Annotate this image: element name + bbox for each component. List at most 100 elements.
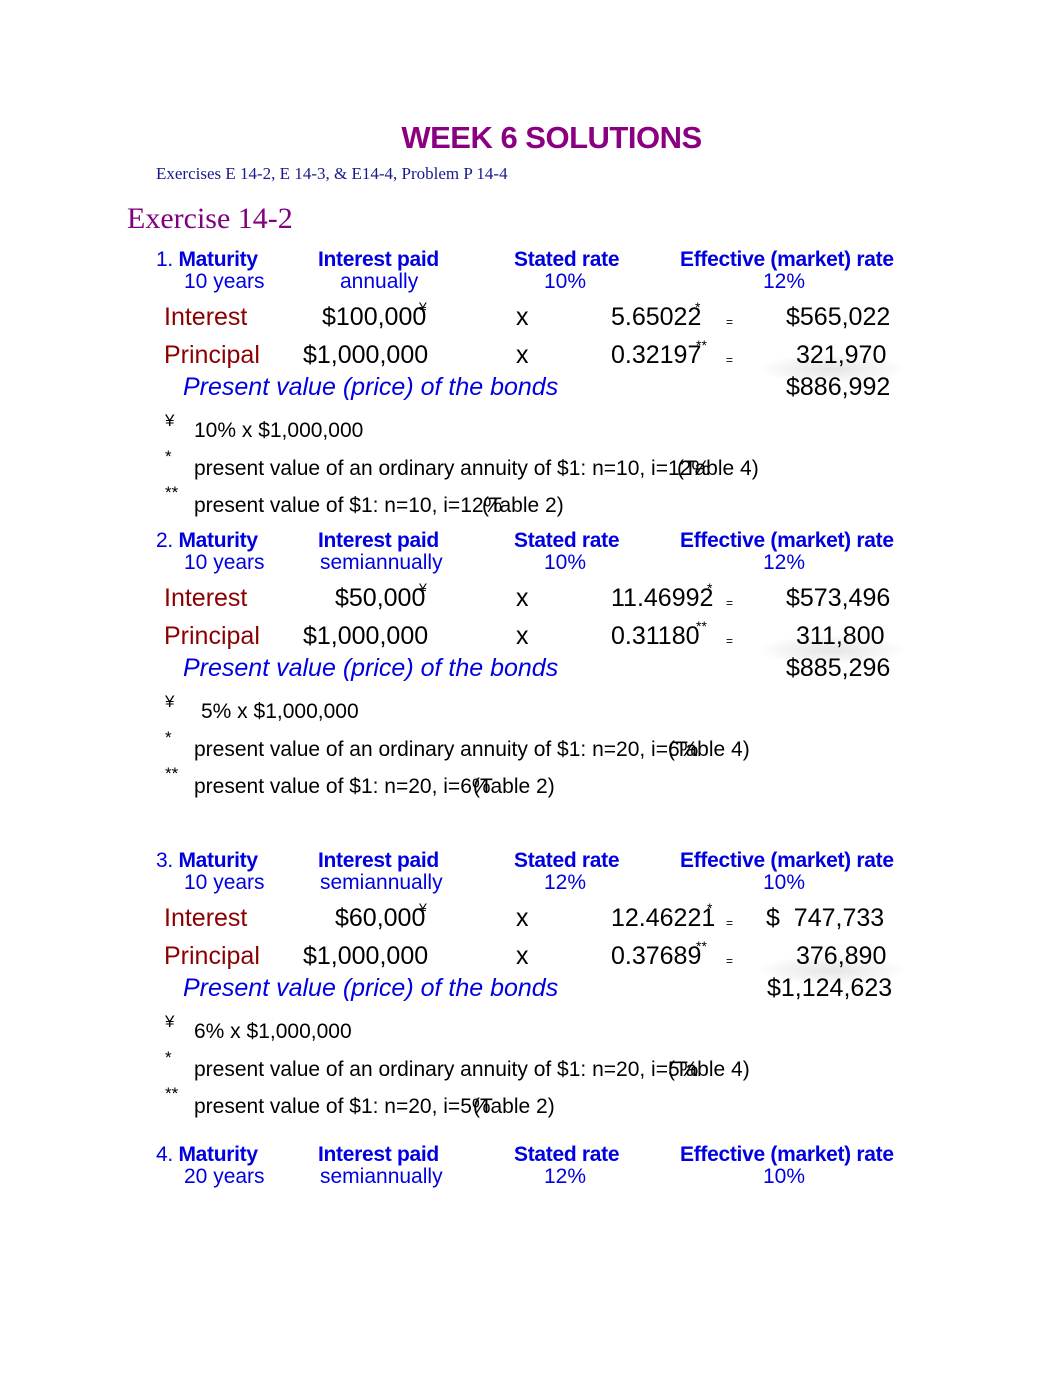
- equals-sign: =: [726, 353, 734, 367]
- star-footnote-table: (Table 4): [668, 738, 750, 761]
- interest-amount: $50,000: [335, 584, 426, 612]
- interest-factor: 12.46221: [611, 904, 716, 932]
- yen-footnote-mark: ¥: [165, 411, 175, 430]
- problem-number: 2.: [156, 529, 173, 552]
- stated-rate-header: Stated rate: [514, 248, 620, 271]
- principal-label: Principal: [164, 341, 260, 369]
- equals-sign: =: [726, 315, 734, 329]
- double-star-footnote: present value of $1: n=20, i=5%: [194, 1095, 491, 1118]
- present-value-label: Present value (price) of the bonds: [183, 974, 559, 1002]
- star-mark: *: [707, 580, 713, 596]
- interest-paid-value: semiannually: [320, 551, 443, 574]
- principal-amount: $1,000,000: [303, 942, 429, 970]
- double-star-footnote-mark: **: [165, 764, 179, 783]
- times-sign: x: [516, 341, 529, 369]
- maturity-header: Maturity: [178, 1143, 258, 1166]
- yen-footnote: 10% x $1,000,000: [194, 419, 364, 442]
- double-star-footnote-table: (Table 2): [473, 775, 555, 798]
- stated-rate-header: Stated rate: [514, 529, 620, 552]
- interest-paid-value: annually: [340, 270, 419, 293]
- present-value-total: $1,124,623: [767, 974, 893, 1002]
- yen-footnote-mark: ¥: [165, 692, 175, 711]
- yen-mark: ¥: [419, 299, 427, 315]
- yen-footnote: 5% x $1,000,000: [201, 700, 359, 723]
- present-value-label: Present value (price) of the bonds: [183, 373, 559, 401]
- problem-header-maturity: 3. Maturity: [156, 849, 258, 873]
- problem-number: 1.: [156, 248, 173, 271]
- times-sign: x: [516, 622, 529, 650]
- interest-factor: 5.65022: [611, 303, 702, 331]
- present-value-label: Present value (price) of the bonds: [183, 654, 559, 682]
- stated-rate-value: 10%: [544, 270, 587, 293]
- maturity-header: Maturity: [178, 529, 258, 552]
- interest-amount: $60,000: [335, 904, 426, 932]
- star-mark: *: [707, 900, 713, 916]
- interest-label: Interest: [164, 904, 248, 932]
- equals-sign: =: [726, 916, 734, 930]
- principal-factor: 0.31180: [611, 622, 700, 650]
- subtitle: Exercises E 14-2, E 14-3, & E14-4, Probl…: [156, 164, 508, 183]
- stated-rate-value: 12%: [544, 871, 587, 894]
- times-sign: x: [516, 584, 529, 612]
- effective-rate-header: Effective (market) rate: [680, 849, 894, 872]
- equals-sign: =: [726, 596, 734, 610]
- problem-number: 3.: [156, 849, 173, 872]
- maturity-value: 20 years: [184, 1165, 265, 1188]
- interest-paid-value: semiannually: [320, 871, 443, 894]
- maturity-header: Maturity: [178, 849, 258, 872]
- interest-result: $ 747,733: [766, 904, 885, 932]
- star-footnote-mark: *: [165, 447, 172, 466]
- maturity-value: 10 years: [184, 270, 265, 293]
- principal-label: Principal: [164, 942, 260, 970]
- times-sign: x: [516, 942, 529, 970]
- star-footnote-mark: *: [165, 728, 172, 747]
- page-title: WEEK 6 SOLUTIONS: [401, 120, 702, 155]
- star-footnote: present value of an ordinary annuity of …: [194, 1058, 699, 1081]
- star-footnote: present value of an ordinary annuity of …: [194, 738, 699, 761]
- interest-paid-value: semiannually: [320, 1165, 443, 1188]
- maturity-value: 10 years: [184, 551, 265, 574]
- star-mark: *: [695, 299, 701, 315]
- principal-result: 376,890: [796, 942, 887, 970]
- effective-rate-value: 12%: [763, 270, 806, 293]
- effective-rate-header: Effective (market) rate: [680, 1143, 894, 1166]
- maturity-header: Maturity: [178, 248, 258, 271]
- interest-result: $565,022: [786, 303, 891, 331]
- stated-rate-header: Stated rate: [514, 1143, 620, 1166]
- star-footnote-table: (Table 4): [668, 1058, 750, 1081]
- times-sign: x: [516, 904, 529, 932]
- problem-header-maturity: 2. Maturity: [156, 529, 258, 553]
- present-value-total: $885,296: [786, 654, 891, 682]
- problem-number: 4.: [156, 1143, 173, 1166]
- stated-rate-value: 10%: [544, 551, 587, 574]
- double-star-footnote: present value of $1: n=10, i=12%: [194, 494, 503, 517]
- principal-result: 321,970: [796, 341, 887, 369]
- effective-rate-header: Effective (market) rate: [680, 248, 894, 271]
- times-sign: x: [516, 303, 529, 331]
- effective-rate-header: Effective (market) rate: [680, 529, 894, 552]
- principal-amount: $1,000,000: [303, 622, 429, 650]
- stated-rate-value: 12%: [544, 1165, 587, 1188]
- star-footnote-mark: *: [165, 1048, 172, 1067]
- star-footnote-table: (Table 4): [677, 457, 759, 480]
- stated-rate-header: Stated rate: [514, 849, 620, 872]
- effective-rate-value: 10%: [763, 871, 806, 894]
- interest-paid-header: Interest paid: [318, 1143, 439, 1166]
- double-star-mark: **: [696, 938, 707, 954]
- double-star-footnote-mark: **: [165, 483, 179, 502]
- interest-result: $573,496: [786, 584, 891, 612]
- interest-factor: 11.46992: [611, 584, 714, 612]
- yen-mark: ¥: [419, 580, 427, 596]
- yen-mark: ¥: [419, 900, 427, 916]
- double-star-footnote: present value of $1: n=20, i=6%: [194, 775, 491, 798]
- yen-footnote: 6% x $1,000,000: [194, 1020, 352, 1043]
- principal-factor: 0.37689: [611, 942, 702, 970]
- interest-label: Interest: [164, 584, 248, 612]
- interest-label: Interest: [164, 303, 248, 331]
- principal-result: 311,800: [796, 622, 885, 650]
- effective-rate-value: 10%: [763, 1165, 806, 1188]
- star-footnote: present value of an ordinary annuity of …: [194, 457, 711, 480]
- exercise-heading: Exercise 14-2: [127, 202, 293, 235]
- problem-header-maturity: 1. Maturity: [156, 248, 258, 272]
- present-value-total: $886,992: [786, 373, 891, 401]
